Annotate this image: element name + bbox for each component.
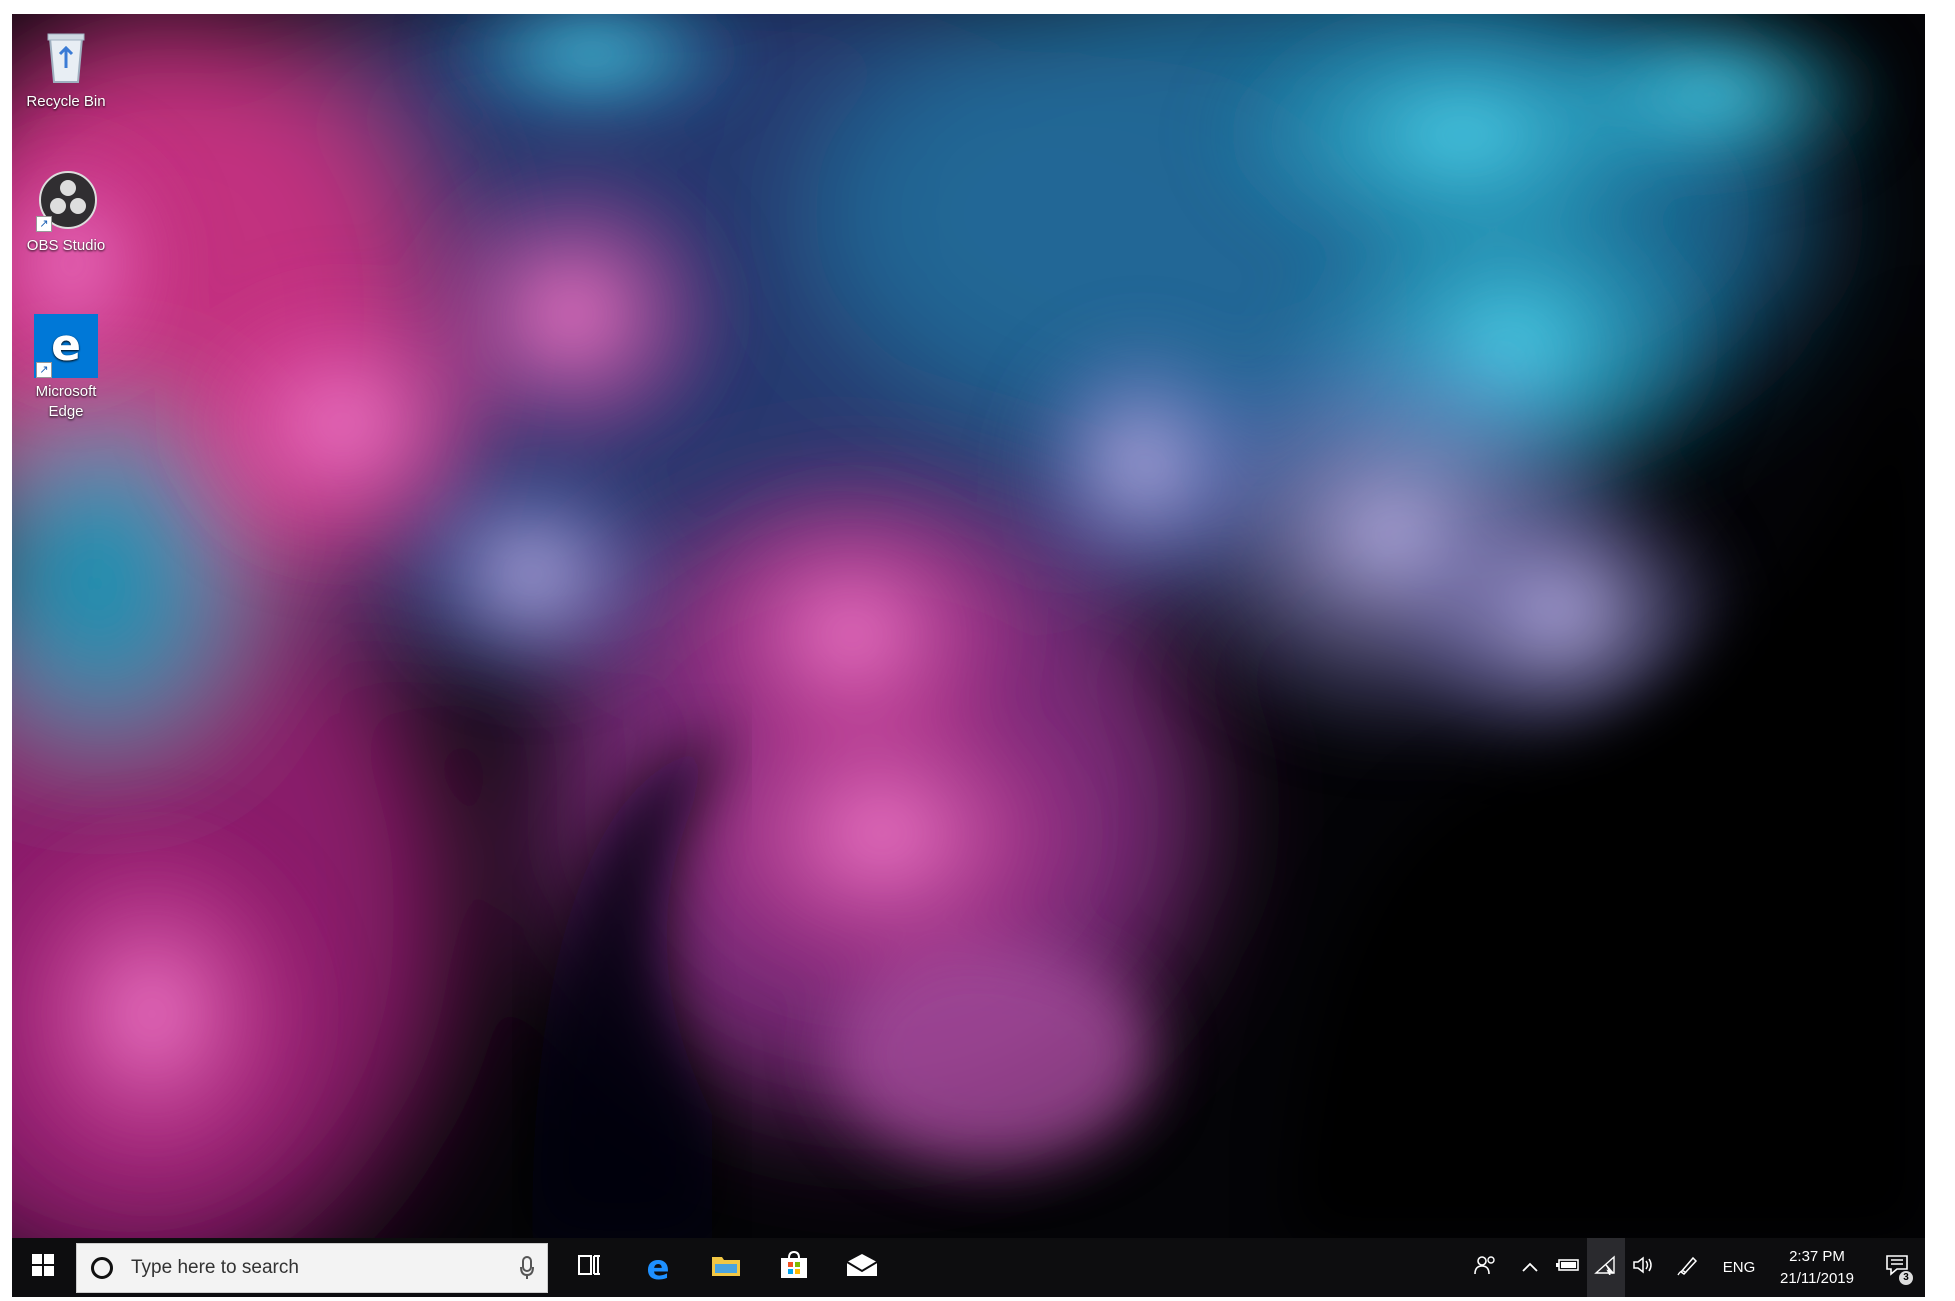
wifi-icon [1594,1255,1618,1280]
volume-button[interactable] [1625,1238,1663,1297]
microphone-icon[interactable] [507,1255,547,1280]
clock-time: 2:37 PM [1789,1247,1845,1265]
taskbar-edge-button[interactable]: e [624,1238,692,1297]
system-tray: ENG 2:37 PM 21/11/2019 3 [1461,1238,1925,1297]
desktop-icon-label: OBS Studio [26,237,106,254]
obs-icon: ↗ [34,168,98,232]
desktop-icon-obs-studio[interactable]: ↗ OBS Studio [16,168,116,256]
taskbar-mail-button[interactable] [828,1238,896,1297]
cortana-icon [91,1256,113,1279]
recycle-bin-icon [34,24,98,88]
folder-icon [711,1253,741,1282]
mail-icon [846,1253,878,1282]
search-placeholder: Type here to search [131,1256,299,1278]
desktop-icon-label: Recycle Bin [26,93,106,110]
people-icon [1474,1255,1498,1280]
people-button[interactable] [1461,1238,1511,1297]
task-view-button[interactable] [556,1238,624,1297]
volume-icon [1632,1256,1656,1279]
shortcut-arrow-icon: ↗ [36,362,52,378]
taskbar-store-button[interactable] [760,1238,828,1297]
battery-icon [1556,1258,1580,1277]
svg-text:e: e [51,320,81,371]
battery-button[interactable] [1549,1238,1587,1297]
start-button[interactable] [12,1238,74,1297]
windows-logo-icon [32,1254,54,1281]
desktop-icon-label: Microsoft Edge [35,383,97,420]
pen-icon [1677,1254,1699,1281]
pen-workspace-button[interactable] [1663,1238,1713,1297]
input-language-button[interactable]: ENG [1713,1238,1765,1297]
search-box[interactable]: Type here to search [76,1242,548,1293]
show-hidden-icons-button[interactable] [1511,1238,1549,1297]
desktop-icon-recycle-bin[interactable]: Recycle Bin [16,24,116,112]
desktop-screen: Recycle Bin ↗ OBS Studio e ↗ Microsoft E… [12,14,1925,1297]
taskbar-file-explorer-button[interactable] [692,1238,760,1297]
shortcut-arrow-icon: ↗ [36,216,52,232]
task-view-icon [578,1254,602,1281]
edge-icon: e ↗ [34,314,98,378]
notification-count-badge: 3 [1899,1271,1913,1285]
clock-date: 21/11/2019 [1780,1269,1854,1287]
action-center-button[interactable]: 3 [1869,1238,1925,1297]
chevron-up-icon [1522,1259,1538,1277]
clock-button[interactable]: 2:37 PM 21/11/2019 [1765,1238,1869,1297]
desktop-wallpaper [12,14,1925,1238]
edge-icon: e [646,1247,670,1288]
store-icon [779,1250,809,1285]
network-button[interactable] [1587,1238,1625,1297]
taskbar: Type here to search e ENG 2:37 PM 21/11/… [12,1238,1925,1297]
desktop-icon-microsoft-edge[interactable]: e ↗ Microsoft Edge [16,314,116,422]
